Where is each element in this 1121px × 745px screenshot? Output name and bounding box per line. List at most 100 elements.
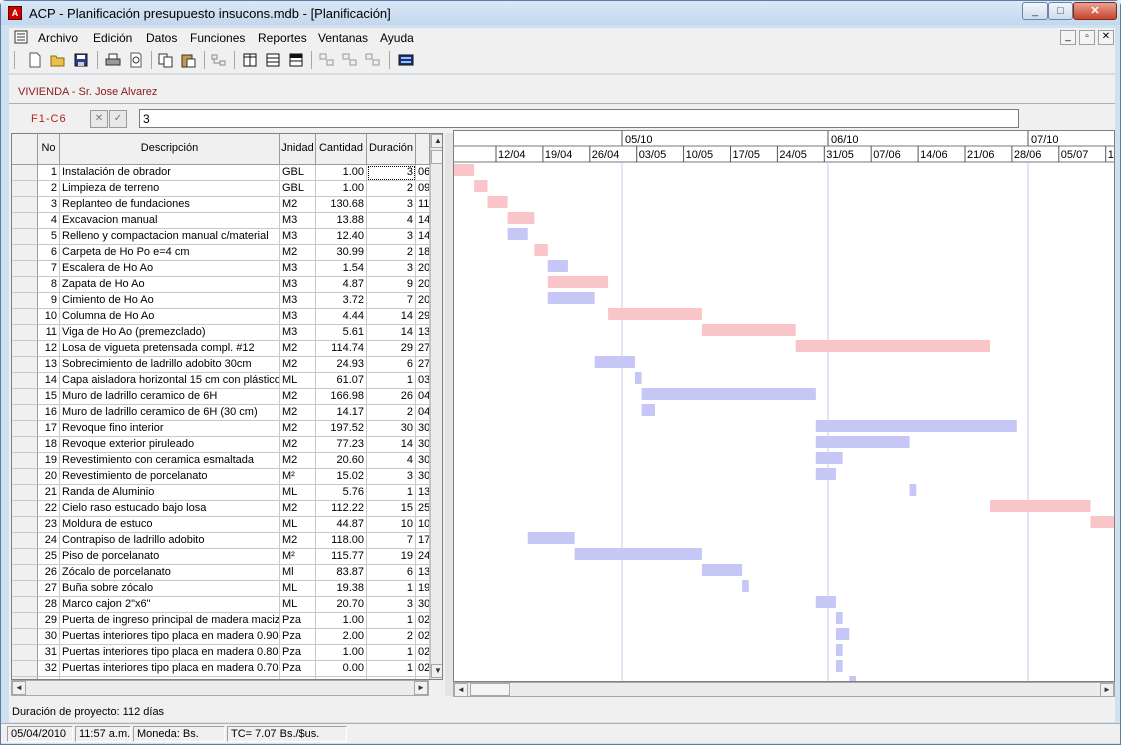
table-cell-qty[interactable]: 1.00 bbox=[316, 165, 367, 181]
table-cell-start[interactable]: 30 bbox=[416, 421, 430, 437]
table-cell-desc[interactable]: Zapata de Ho Ao bbox=[60, 277, 280, 293]
table-cell-no[interactable]: 14 bbox=[38, 373, 60, 389]
table-cell-start[interactable]: 14 bbox=[416, 229, 430, 245]
scroll-left-icon[interactable]: ◄ bbox=[12, 681, 26, 695]
row-selector[interactable] bbox=[12, 533, 38, 549]
table-cell-dur[interactable]: 15 bbox=[367, 501, 416, 517]
table-cell-qty[interactable]: 44.87 bbox=[316, 517, 367, 533]
window-close-button[interactable]: ✕ bbox=[1073, 2, 1117, 20]
table-cell-start[interactable]: 27 bbox=[416, 357, 430, 373]
menu-edicion[interactable]: Edición bbox=[93, 31, 132, 45]
table-cell-no[interactable]: 30 bbox=[38, 629, 60, 645]
table-cell-start[interactable]: 06 bbox=[416, 165, 430, 181]
table-cell-desc[interactable]: Columna de Ho Ao bbox=[60, 309, 280, 325]
table-cell-no[interactable]: 20 bbox=[38, 469, 60, 485]
table-cell-unit[interactable]: M3 bbox=[280, 277, 316, 293]
table-cell-desc[interactable]: Cielo raso estucado bajo losa bbox=[60, 501, 280, 517]
table-cell-start[interactable]: 30 bbox=[416, 453, 430, 469]
table-cell-qty[interactable]: 1.00 bbox=[316, 181, 367, 197]
table-cell-desc[interactable]: Puertas interiores tipo placa en madera … bbox=[60, 661, 280, 677]
print-icon[interactable] bbox=[104, 51, 122, 69]
table-cell-start[interactable]: 20 bbox=[416, 261, 430, 277]
scroll-up-icon[interactable]: ▲ bbox=[431, 134, 442, 148]
table-cell-dur[interactable]: 14 bbox=[367, 309, 416, 325]
table-cell-dur[interactable]: 3 bbox=[367, 197, 416, 213]
table-cell-start[interactable]: 17 bbox=[416, 533, 430, 549]
table-cell-no[interactable]: 21 bbox=[38, 485, 60, 501]
row-selector[interactable] bbox=[12, 549, 38, 565]
table-cell-qty[interactable]: 0.00 bbox=[316, 661, 367, 677]
table-cell-start[interactable]: 02 bbox=[416, 613, 430, 629]
table-cell-dur[interactable]: 3 bbox=[367, 597, 416, 613]
table-cell-unit[interactable]: M3 bbox=[280, 293, 316, 309]
table-cell-no[interactable]: 11 bbox=[38, 325, 60, 341]
table-cell-qty[interactable]: 4.87 bbox=[316, 277, 367, 293]
table-cell-dur[interactable]: 1 bbox=[367, 661, 416, 677]
row-selector[interactable] bbox=[12, 565, 38, 581]
table-cell-qty[interactable]: 1.00 bbox=[316, 613, 367, 629]
table-cell-unit[interactable]: M2 bbox=[280, 341, 316, 357]
table-cell-unit[interactable]: Pza bbox=[280, 645, 316, 661]
menu-ventanas[interactable]: Ventanas bbox=[318, 31, 368, 45]
table-cell-start[interactable]: 02 bbox=[416, 629, 430, 645]
table-cell-no[interactable]: 5 bbox=[38, 229, 60, 245]
menu-funciones[interactable]: Funciones bbox=[190, 31, 245, 45]
row-selector[interactable] bbox=[12, 197, 38, 213]
table-cell-no[interactable]: 16 bbox=[38, 405, 60, 421]
row-selector[interactable] bbox=[12, 309, 38, 325]
table-cell-no[interactable]: 28 bbox=[38, 597, 60, 613]
scroll-down-icon[interactable]: ▼ bbox=[431, 664, 442, 678]
table-cell-qty[interactable]: 130.68 bbox=[316, 197, 367, 213]
mdi-close-button[interactable]: ✕ bbox=[1098, 30, 1114, 45]
table-cell-no[interactable]: 2 bbox=[38, 181, 60, 197]
row-selector[interactable] bbox=[12, 277, 38, 293]
mdi-restore-button[interactable]: ▫ bbox=[1079, 30, 1095, 45]
table-cell-start[interactable]: 03 bbox=[416, 373, 430, 389]
table-cell-start[interactable]: 19 bbox=[416, 581, 430, 597]
table-cell-no[interactable]: 25 bbox=[38, 549, 60, 565]
table-cell-dur[interactable]: 7 bbox=[367, 533, 416, 549]
table-cell-dur[interactable]: 1 bbox=[367, 645, 416, 661]
table-cell-start[interactable]: 27 bbox=[416, 341, 430, 357]
row-selector[interactable] bbox=[12, 629, 38, 645]
table-cell-qty[interactable]: 14.17 bbox=[316, 405, 367, 421]
row-selector[interactable] bbox=[12, 501, 38, 517]
table-cell-qty[interactable]: 166.98 bbox=[316, 389, 367, 405]
table-cell-unit[interactable]: M2 bbox=[280, 501, 316, 517]
table-cell-dur[interactable]: 1 bbox=[367, 613, 416, 629]
table-cell-unit[interactable]: M2 bbox=[280, 245, 316, 261]
table-cell-qty[interactable]: 1.54 bbox=[316, 261, 367, 277]
header-no[interactable]: No bbox=[38, 134, 60, 165]
mdi-document-icon[interactable] bbox=[14, 30, 28, 47]
table-cell-desc[interactable]: Relleno y compactacion manual c/material bbox=[60, 229, 280, 245]
indent-a-icon[interactable] bbox=[318, 51, 336, 69]
table-cell-no[interactable]: 4 bbox=[38, 213, 60, 229]
table-cell-desc[interactable]: Marco cajon 2"x6" bbox=[60, 597, 280, 613]
table-cell-desc[interactable]: Limpieza de terreno bbox=[60, 181, 280, 197]
table-cell-no[interactable]: 9 bbox=[38, 293, 60, 309]
table-cell-unit[interactable]: ML bbox=[280, 597, 316, 613]
paste-icon[interactable] bbox=[180, 51, 198, 69]
table-cell-qty[interactable]: 20.70 bbox=[316, 597, 367, 613]
calculator-icon[interactable] bbox=[397, 51, 415, 69]
table-cell-dur[interactable]: 2 bbox=[367, 181, 416, 197]
table-cell-unit[interactable]: M2 bbox=[280, 533, 316, 549]
table-cell-unit[interactable]: M3 bbox=[280, 309, 316, 325]
table-cell-no[interactable]: 13 bbox=[38, 357, 60, 373]
table-cell-no[interactable]: 15 bbox=[38, 389, 60, 405]
table-cell-start[interactable]: 02 bbox=[416, 661, 430, 677]
table-cell-unit[interactable]: GBL bbox=[280, 181, 316, 197]
table-cell-dur[interactable]: 1 bbox=[367, 485, 416, 501]
table-cell-no[interactable]: 23 bbox=[38, 517, 60, 533]
table-cell-dur[interactable]: 1 bbox=[367, 373, 416, 389]
table-cell-unit[interactable]: Pza bbox=[280, 661, 316, 677]
table-cell-desc[interactable]: Contrapiso de ladrillo adobito bbox=[60, 533, 280, 549]
title-bar[interactable]: A ACP - Planificación presupuesto insuco… bbox=[1, 1, 1120, 25]
table-cell-start[interactable]: 30 bbox=[416, 597, 430, 613]
scroll-left-icon[interactable]: ◄ bbox=[454, 683, 468, 697]
table-cell-no[interactable]: 3 bbox=[38, 197, 60, 213]
table-cell-start[interactable]: 04 bbox=[416, 389, 430, 405]
table-cell-desc[interactable]: Puertas interiores tipo placa en madera … bbox=[60, 629, 280, 645]
table-cell-unit[interactable]: M3 bbox=[280, 261, 316, 277]
scroll-right-icon[interactable]: ► bbox=[414, 681, 428, 695]
